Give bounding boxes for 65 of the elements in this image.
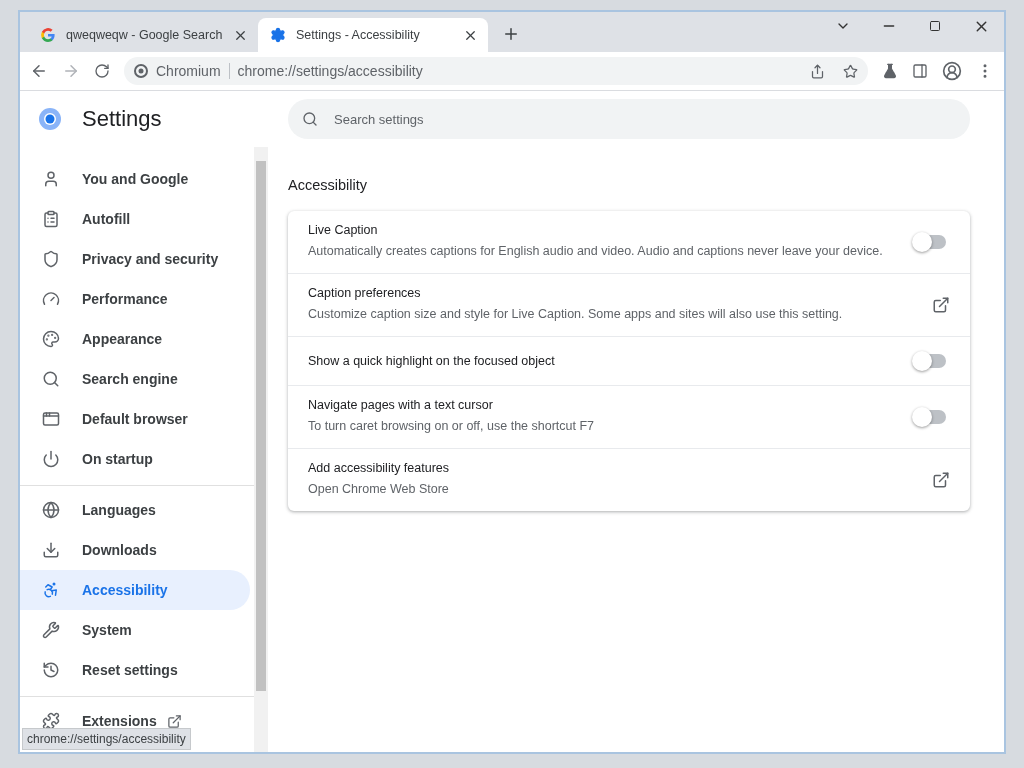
sidebar-item[interactable]: Autofill [20, 199, 250, 239]
sidebar-item[interactable]: System [20, 610, 250, 650]
google-logo-icon [40, 27, 56, 43]
scrollbar[interactable] [254, 147, 268, 752]
setting-title: Show a quick highlight on the focused object [308, 354, 556, 368]
search-icon [302, 111, 318, 127]
gauge-icon [42, 290, 60, 308]
toggle-switch[interactable] [914, 354, 946, 368]
sidebar-item[interactable]: Languages [20, 490, 250, 530]
search-field[interactable]: Search settings [288, 99, 970, 139]
status-tooltip: chrome://settings/accessibility [22, 728, 191, 750]
flask-icon[interactable] [882, 63, 898, 79]
share-icon[interactable] [810, 63, 825, 79]
setting-title: Live Caption [308, 223, 379, 237]
star-icon[interactable] [843, 63, 858, 79]
setting-description: Customize caption size and style for Live Caption. Some apps and sites will also use this setting. [308, 306, 844, 323]
sidebar-item[interactable]: Downloads [20, 530, 250, 570]
toggle-switch[interactable] [914, 235, 946, 249]
sidebar-item[interactable]: On startup [20, 439, 250, 479]
wrench-icon [42, 621, 60, 639]
chromium-logo-icon [38, 107, 62, 131]
sidebar-item[interactable]: You and Google [20, 159, 250, 199]
maximize-icon[interactable] [929, 20, 941, 32]
sidebar-item[interactable]: Search engine [20, 359, 250, 399]
app-title: Settings [82, 106, 162, 132]
sidebar-item[interactable]: Appearance [20, 319, 250, 359]
browser-tab[interactable]: qweqweqw - Google Search [28, 18, 258, 52]
globe-icon [42, 501, 60, 519]
download-icon [42, 541, 60, 559]
sidebar-item[interactable]: Performance [20, 279, 250, 319]
setting-title: Navigate pages with a text cursor [308, 398, 494, 412]
history-icon [42, 661, 60, 679]
shield-icon [42, 250, 60, 268]
sidebar-item[interactable]: Privacy and security [20, 239, 250, 279]
browser-tab[interactable]: Settings - Accessibility [258, 18, 488, 52]
sidebar-item[interactable]: Reset settings [20, 650, 250, 690]
search-icon [42, 370, 60, 388]
profile-icon[interactable] [942, 61, 962, 81]
side-panel-icon[interactable] [912, 63, 928, 79]
new-tab-icon[interactable] [502, 25, 520, 43]
browser-window-icon [42, 410, 60, 428]
back-icon[interactable] [30, 62, 48, 80]
puzzle-icon [42, 712, 60, 730]
setting-title: Add accessibility features [308, 461, 451, 475]
external-link-icon[interactable] [932, 296, 950, 314]
toggle-switch[interactable] [914, 410, 946, 424]
url-text: chrome://settings/accessibility [237, 63, 424, 79]
power-icon [42, 450, 60, 468]
chromium-logo-icon [134, 64, 148, 78]
external-link-icon[interactable] [932, 471, 950, 489]
setting-title: Caption preferences [308, 286, 422, 300]
gear-icon [270, 27, 286, 43]
reload-icon[interactable] [94, 63, 110, 79]
sidebar-item[interactable]: Default browser [20, 399, 250, 439]
palette-icon [42, 330, 60, 348]
person-icon [42, 170, 60, 188]
setting-description: Automatically creates captions for English audio and video. Audio and captions never leave your device. [308, 243, 884, 260]
sidebar-item[interactable]: Accessibility [20, 570, 250, 610]
clipboard-icon [42, 210, 60, 228]
site-label: Chromium [156, 63, 221, 79]
address-bar[interactable]: Chromium chrome://settings/accessibility [124, 57, 868, 85]
setting-description: Open Chrome Web Store [308, 481, 450, 498]
section-title: Accessibility [288, 177, 368, 193]
setting-description: To turn caret browsing on or off, use the shortcut F7 [308, 418, 596, 435]
accessibility-icon [42, 581, 60, 599]
